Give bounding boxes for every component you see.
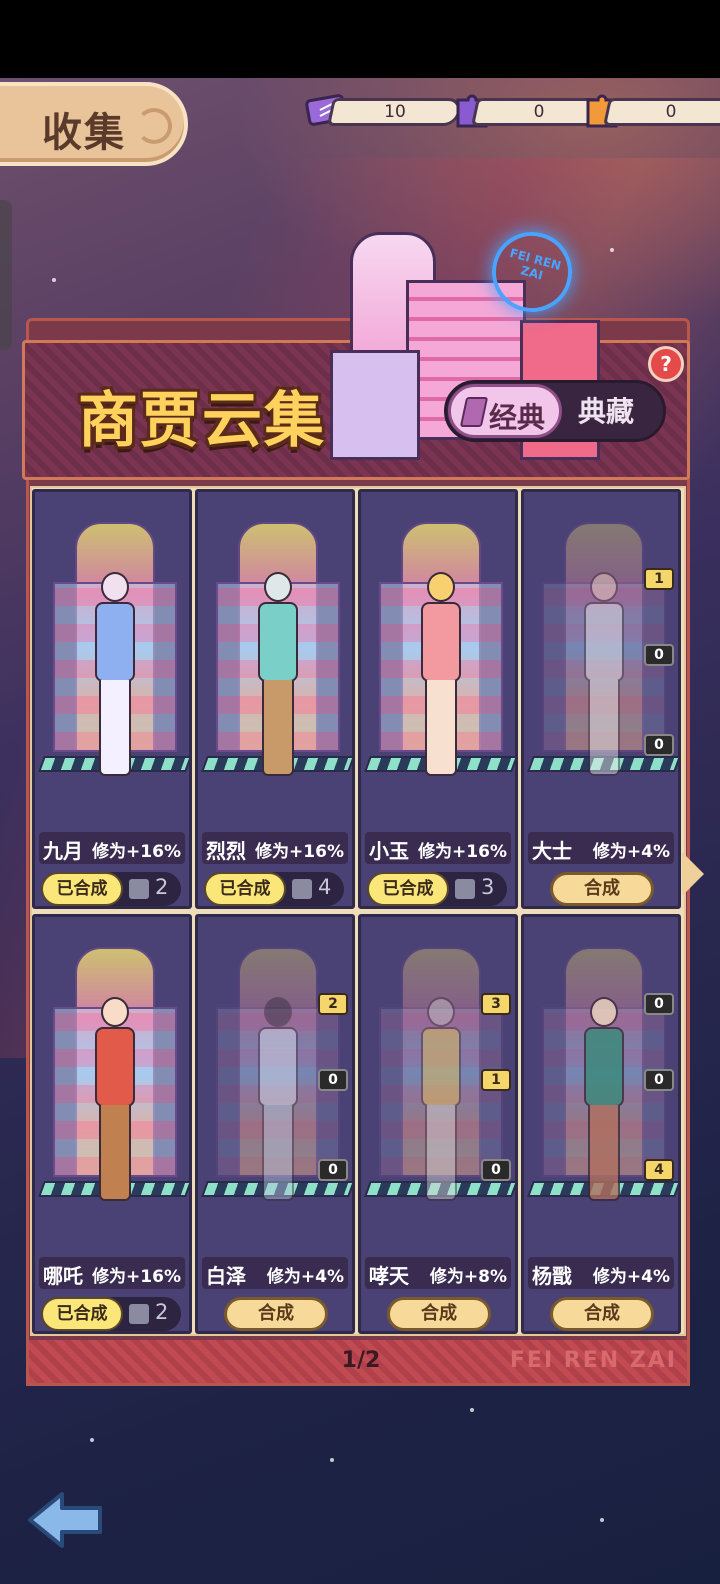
tab-classic[interactable]: 经典 <box>448 384 562 438</box>
synthesize-button[interactable]: 合成 <box>550 1297 654 1331</box>
card-name: 白泽 <box>206 1264 246 1288</box>
card-name-bar: 哮天 修为+8% <box>365 1257 511 1289</box>
character-figure <box>576 572 632 782</box>
piece-count: 3 <box>481 875 495 899</box>
piece-count: 2 <box>155 875 169 899</box>
building-art <box>330 350 420 460</box>
star-decor <box>90 1438 94 1442</box>
status-bar <box>0 0 720 78</box>
page-title: 收集 <box>0 82 188 166</box>
star-decor <box>470 1408 474 1412</box>
currency-orange-piece: 0 <box>603 98 720 126</box>
fragment-count-badge: 1 <box>481 1069 511 1091</box>
card-bonus: 修为+16% <box>92 1267 181 1287</box>
character-figure <box>250 997 306 1207</box>
fragment-count-badge: 0 <box>481 1159 511 1181</box>
book-icon <box>459 397 489 427</box>
next-page-arrow-icon[interactable] <box>682 852 704 896</box>
side-drawer-handle[interactable] <box>0 200 12 350</box>
star-decor <box>610 248 614 252</box>
currency-value: 10 <box>384 102 406 122</box>
fragment-count-badge: 0 <box>318 1159 348 1181</box>
tab-classic-label: 经典 <box>489 401 546 434</box>
card-name: 小玉 <box>369 839 409 863</box>
character-figure <box>87 997 143 1207</box>
card-yangjian[interactable]: 0 0 4 杨戬 修为+4% 合成 <box>521 914 681 1334</box>
synthesize-button[interactable]: 合成 <box>224 1297 328 1331</box>
card-jiuyue[interactable]: 九月 修为+16% 已合成 2 <box>32 489 192 909</box>
fragment-count-badge: 0 <box>644 993 674 1015</box>
piece-count: 2 <box>155 1300 169 1324</box>
help-button[interactable]: ? <box>648 346 684 382</box>
card-xiaoyu[interactable]: 小玉 修为+16% 已合成 3 <box>358 489 518 909</box>
card-lielie[interactable]: 烈烈 修为+16% 已合成 4 <box>195 489 355 909</box>
synthesized-status: 已合成 2 <box>41 1297 181 1331</box>
character-figure <box>87 572 143 782</box>
card-bonus: 修为+4% <box>592 1267 670 1287</box>
card-name-bar: 烈烈 修为+16% <box>202 832 348 864</box>
panel-footer: 1/2 FEI REN ZAI <box>26 1340 690 1386</box>
piece-count: 4 <box>318 875 332 899</box>
currency-ticket: 10 <box>327 98 463 126</box>
puzzle-piece-icon <box>129 879 149 899</box>
card-bonus: 修为+4% <box>592 842 670 862</box>
card-nezha[interactable]: 哪吒 修为+16% 已合成 2 <box>32 914 192 1334</box>
character-figure <box>250 572 306 782</box>
card-baize[interactable]: 2 0 0 白泽 修为+4% 合成 <box>195 914 355 1334</box>
synthesized-status: 已合成 3 <box>367 872 507 906</box>
synthesize-button[interactable]: 合成 <box>387 1297 491 1331</box>
fragment-count-badge: 0 <box>644 1069 674 1091</box>
tab-collection[interactable]: 典藏 <box>578 390 634 430</box>
fragment-count-badge: 4 <box>644 1159 674 1181</box>
fragment-count-badge: 2 <box>318 993 348 1015</box>
card-bonus: 修为+16% <box>255 842 344 862</box>
card-bonus: 修为+4% <box>266 1267 344 1287</box>
card-name: 哪吒 <box>43 1264 83 1288</box>
character-figure <box>413 572 469 782</box>
card-name-bar: 九月 修为+16% <box>39 832 185 864</box>
synthesized-badge: 已合成 <box>204 872 286 906</box>
fragment-count-badge: 1 <box>644 568 674 590</box>
banner-title: 商贾云集 <box>78 386 326 456</box>
star-decor <box>600 1518 604 1522</box>
card-name-bar: 白泽 修为+4% <box>202 1257 348 1289</box>
synthesized-badge: 已合成 <box>367 872 449 906</box>
puzzle-piece-icon <box>455 879 475 899</box>
card-name: 烈烈 <box>206 839 246 863</box>
synthesize-button[interactable]: 合成 <box>550 872 654 906</box>
card-bonus: 修为+16% <box>418 842 507 862</box>
watermark: FEI REN ZAI <box>509 1348 677 1373</box>
synthesized-status: 已合成 4 <box>204 872 344 906</box>
synthesized-badge: 已合成 <box>41 1297 123 1331</box>
card-name-bar: 杨戬 修为+4% <box>528 1257 674 1289</box>
card-bonus: 修为+8% <box>429 1267 507 1287</box>
synthesized-status: 已合成 2 <box>41 872 181 906</box>
swirl-decor <box>136 108 172 144</box>
card-name: 九月 <box>43 839 83 863</box>
puzzle-piece-icon <box>129 1304 149 1324</box>
fragment-count-badge: 3 <box>481 993 511 1015</box>
character-figure <box>413 997 469 1207</box>
fragment-count-badge: 0 <box>318 1069 348 1091</box>
star-decor <box>52 278 56 282</box>
card-bonus: 修为+16% <box>92 842 181 862</box>
puzzle-piece-icon <box>292 879 312 899</box>
card-name-bar: 大士 修为+4% <box>528 832 674 864</box>
currency-value: 0 <box>665 102 677 122</box>
back-arrow-icon[interactable] <box>26 1488 106 1552</box>
fragment-count-badge: 0 <box>644 644 674 666</box>
card-dashi[interactable]: 1 0 0 大士 修为+4% 合成 <box>521 489 681 909</box>
character-figure <box>576 997 632 1207</box>
neon-sign-text: FEI REN ZAI <box>508 245 563 283</box>
star-decor <box>330 1458 334 1462</box>
card-name-bar: 哪吒 修为+16% <box>39 1257 185 1289</box>
fragment-count-badge: 0 <box>644 734 674 756</box>
card-name: 大士 <box>532 839 572 863</box>
synthesized-badge: 已合成 <box>41 872 123 906</box>
card-name: 杨戬 <box>532 1264 572 1288</box>
card-name-bar: 小玉 修为+16% <box>365 832 511 864</box>
card-xiaotian[interactable]: 3 1 0 哮天 修为+8% 合成 <box>358 914 518 1334</box>
card-name: 哮天 <box>369 1264 409 1288</box>
